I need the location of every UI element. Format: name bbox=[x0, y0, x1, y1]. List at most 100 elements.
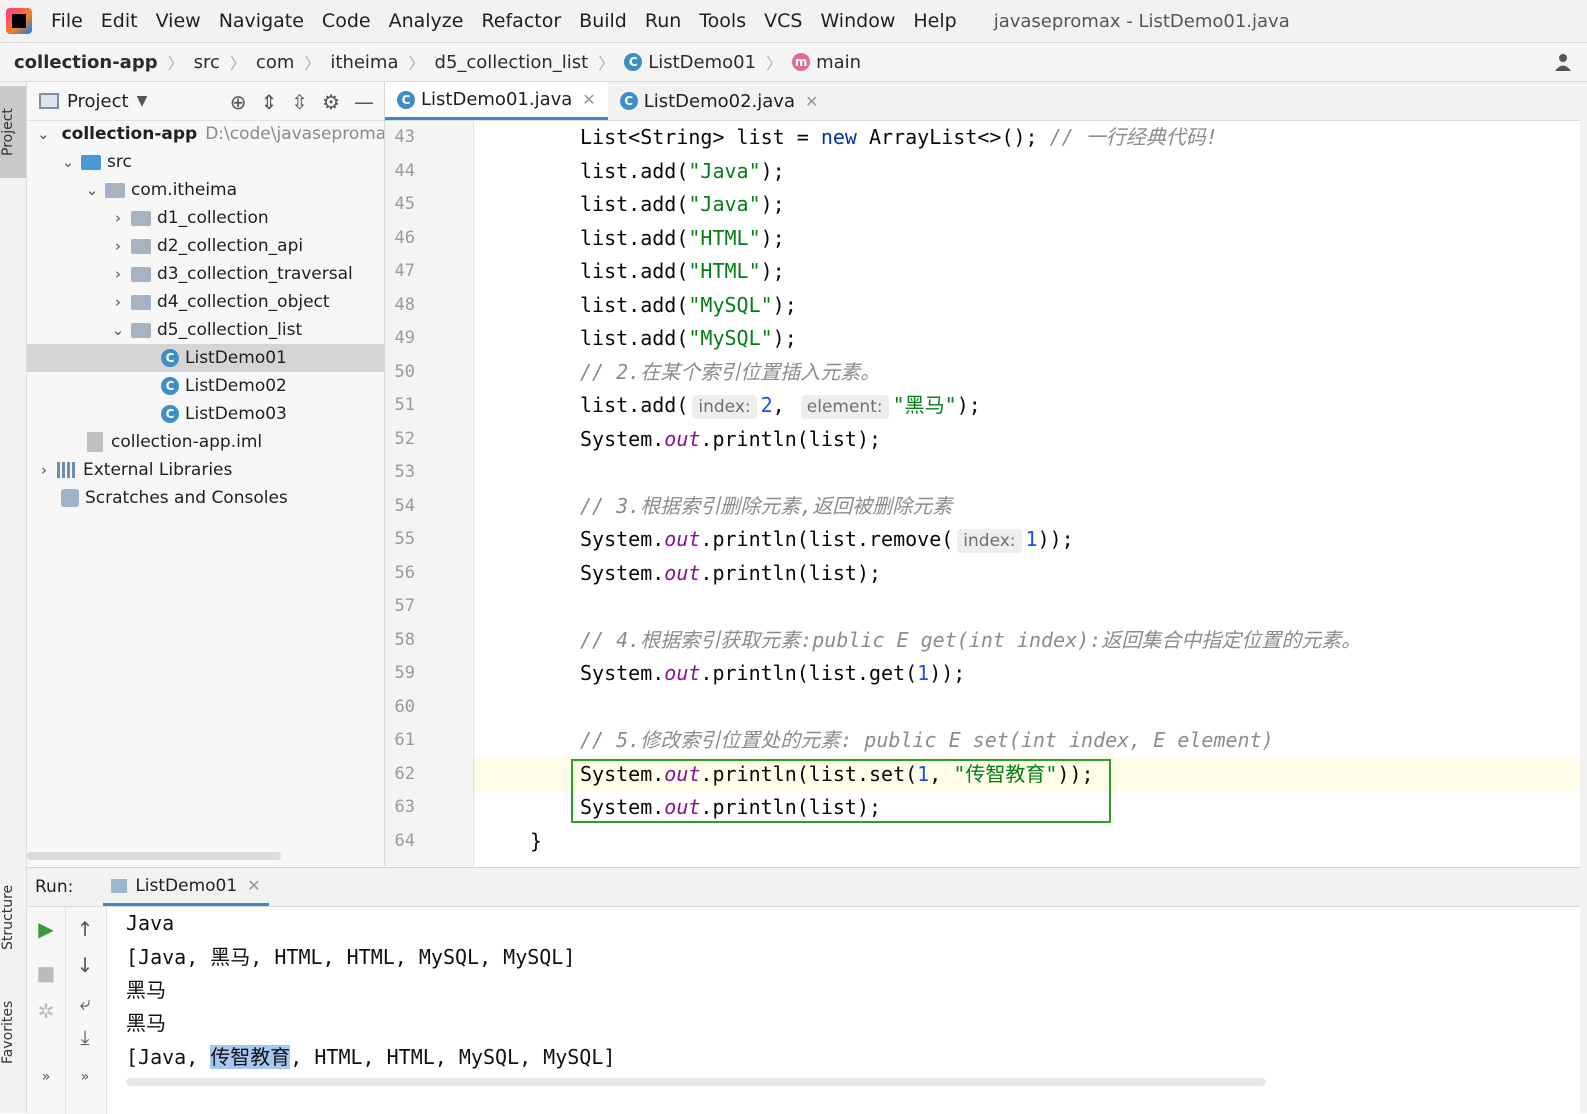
menu-refactor[interactable]: Refactor bbox=[481, 10, 561, 32]
code-line-64: } bbox=[530, 825, 542, 858]
code-line-44: list.add("Java"); bbox=[580, 155, 785, 188]
stripe-tab-favorites[interactable]: Favorites bbox=[0, 987, 26, 1077]
code-editor[interactable]: 43 44 45 46 47 48 49 50 51 52 53 54 55 5… bbox=[385, 121, 1587, 866]
chevron-right-icon[interactable]: › bbox=[111, 293, 125, 311]
more-tools-icon[interactable]: » bbox=[66, 1069, 104, 1085]
tree-item-listdemo03[interactable]: C ListDemo03 bbox=[27, 400, 384, 428]
package-icon bbox=[131, 210, 151, 226]
chevron-right-icon[interactable]: › bbox=[37, 461, 51, 479]
breadcrumb-class[interactable]: C ListDemo01 bbox=[620, 52, 760, 73]
close-icon[interactable]: ✕ bbox=[582, 90, 595, 109]
line-number: 64 bbox=[394, 831, 415, 851]
chevron-down-icon[interactable]: ⌄ bbox=[85, 181, 99, 199]
chevron-down-icon[interactable]: ⌄ bbox=[37, 125, 50, 143]
menu-navigate[interactable]: Navigate bbox=[219, 10, 304, 32]
menu-build[interactable]: Build bbox=[579, 10, 627, 32]
line-number-gutter: 43 44 45 46 47 48 49 50 51 52 53 54 55 5… bbox=[385, 121, 474, 866]
breadcrumb-package[interactable]: d5_collection_list bbox=[431, 52, 593, 73]
breadcrumb-src[interactable]: src bbox=[190, 52, 224, 73]
menu-vcs[interactable]: VCS bbox=[764, 10, 802, 32]
scroll-up-icon[interactable]: ↑ bbox=[66, 917, 104, 941]
breadcrumb-separator-icon: 〉 bbox=[598, 54, 615, 73]
breadcrumb-project[interactable]: collection-app bbox=[10, 52, 162, 73]
tab-listdemo02[interactable]: C ListDemo02.java ✕ bbox=[608, 82, 831, 120]
breadcrumb-com[interactable]: com bbox=[252, 52, 298, 73]
line-number: 50 bbox=[394, 362, 415, 382]
scroll-down-icon[interactable]: ↓ bbox=[66, 953, 104, 977]
tree-item-listdemo02[interactable]: C ListDemo02 bbox=[27, 372, 384, 400]
project-view-selector[interactable]: Project bbox=[67, 91, 129, 112]
close-icon[interactable]: ✕ bbox=[247, 876, 260, 895]
code-line-61: // 5.修改索引位置处的元素: public E set(int index,… bbox=[580, 724, 1274, 757]
menu-view[interactable]: View bbox=[156, 10, 201, 32]
menu-bar: File Edit View Navigate Code Analyze Ref… bbox=[0, 0, 1587, 43]
locate-icon[interactable]: ⊕ bbox=[230, 90, 247, 114]
breadcrumb-separator-icon: 〉 bbox=[304, 54, 321, 73]
editor-tab-bar: C ListDemo01.java ✕ C ListDemo02.java ✕ bbox=[385, 82, 1587, 121]
line-number: 53 bbox=[394, 462, 415, 482]
menu-window[interactable]: Window bbox=[820, 10, 895, 32]
run-tab-listdemo01[interactable]: ListDemo01 ✕ bbox=[103, 868, 269, 906]
chevron-right-icon[interactable]: › bbox=[111, 209, 125, 227]
user-icon[interactable] bbox=[1553, 52, 1573, 72]
code-line-48: list.add("MySQL"); bbox=[580, 289, 797, 322]
expand-all-icon[interactable]: ⇕ bbox=[261, 90, 278, 114]
code-text: System. bbox=[580, 561, 665, 585]
scroll-to-end-icon[interactable]: ⤓ bbox=[66, 1025, 104, 1049]
code-line-51: list.add(index: 2, element: "黑马"); bbox=[580, 389, 981, 422]
chevron-down-icon[interactable]: ⌄ bbox=[111, 321, 125, 339]
line-number: 49 bbox=[394, 328, 415, 348]
code-line-55: System.out.println(list.remove(index: 1))… bbox=[580, 523, 1074, 556]
soft-wrap-icon[interactable]: ⤶ bbox=[66, 991, 104, 1015]
settings-icon[interactable]: ✲ bbox=[27, 999, 65, 1023]
tree-item-d3[interactable]: › d3_collection_traversal bbox=[27, 260, 384, 288]
menu-tools[interactable]: Tools bbox=[699, 10, 746, 32]
horizontal-scrollbar[interactable] bbox=[27, 852, 281, 860]
minimize-icon[interactable]: — bbox=[354, 90, 374, 114]
tree-item-root[interactable]: ⌄ collection-app D:\code\javasepromax bbox=[27, 120, 384, 148]
menu-edit[interactable]: Edit bbox=[101, 10, 138, 32]
gear-icon[interactable]: ⚙ bbox=[322, 90, 340, 114]
tree-item-d2[interactable]: › d2_collection_api bbox=[27, 232, 384, 260]
chevron-down-icon[interactable]: ▼ bbox=[137, 93, 148, 109]
tab-label: ListDemo01.java bbox=[421, 89, 573, 110]
menu-analyze[interactable]: Analyze bbox=[389, 10, 464, 32]
line-number: 56 bbox=[394, 563, 415, 583]
line-number: 48 bbox=[394, 295, 415, 315]
tree-item-src[interactable]: ⌄ src bbox=[27, 148, 384, 176]
tree-item-d1[interactable]: › d1_collection bbox=[27, 204, 384, 232]
tree-item-label: d2_collection_api bbox=[157, 236, 304, 256]
console-horizontal-scrollbar[interactable] bbox=[126, 1078, 1266, 1086]
menu-file[interactable]: File bbox=[51, 10, 83, 32]
chevron-right-icon[interactable]: › bbox=[111, 265, 125, 283]
stripe-tab-structure[interactable]: Structure bbox=[0, 872, 26, 962]
package-icon bbox=[131, 238, 151, 254]
code-comment: // 一行经典代码! bbox=[1049, 125, 1218, 149]
tree-item-external-libraries[interactable]: › External Libraries bbox=[27, 456, 384, 484]
tree-item-iml[interactable]: collection-app.iml bbox=[27, 428, 384, 456]
code-text: .println(list.remove( bbox=[700, 527, 954, 551]
chevron-right-icon[interactable]: › bbox=[111, 237, 125, 255]
breadcrumb-method[interactable]: m main bbox=[788, 52, 865, 73]
tree-item-scratches[interactable]: Scratches and Consoles bbox=[27, 484, 384, 512]
menu-run[interactable]: Run bbox=[645, 10, 681, 32]
more-tools-icon[interactable]: » bbox=[27, 1069, 65, 1085]
tree-item-package[interactable]: ⌄ com.itheima bbox=[27, 176, 384, 204]
tree-item-d4[interactable]: › d4_collection_object bbox=[27, 288, 384, 316]
chevron-down-icon[interactable]: ⌄ bbox=[61, 153, 75, 171]
close-icon[interactable]: ✕ bbox=[805, 92, 818, 111]
tree-item-label: d3_collection_traversal bbox=[157, 264, 353, 284]
package-icon bbox=[131, 266, 151, 282]
menu-code[interactable]: Code bbox=[322, 10, 371, 32]
stripe-tab-project[interactable]: Project bbox=[0, 86, 26, 178]
stop-icon[interactable]: ■ bbox=[27, 961, 65, 985]
breadcrumb-itheima[interactable]: itheima bbox=[326, 52, 402, 73]
menu-help[interactable]: Help bbox=[913, 10, 956, 32]
tree-item-d5[interactable]: ⌄ d5_collection_list bbox=[27, 316, 384, 344]
tree-item-label: Scratches and Consoles bbox=[85, 488, 288, 508]
collapse-all-icon[interactable]: ⇳ bbox=[291, 90, 308, 114]
tab-listdemo01[interactable]: C ListDemo01.java ✕ bbox=[385, 82, 608, 120]
rerun-icon[interactable]: ▶ bbox=[27, 917, 65, 941]
tree-item-listdemo01[interactable]: C ListDemo01 bbox=[27, 344, 384, 372]
tree-item-label: collection-app.iml bbox=[111, 432, 263, 452]
